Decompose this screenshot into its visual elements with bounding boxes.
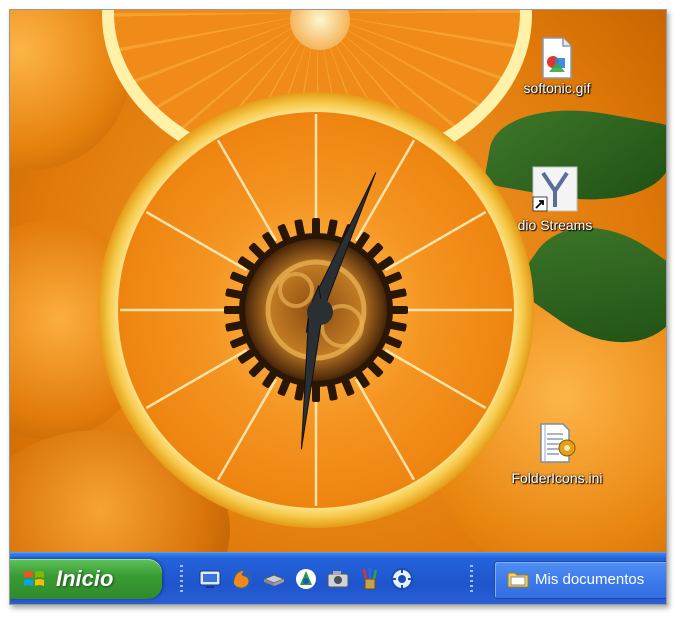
folder-icon bbox=[507, 569, 529, 589]
toolbar-grip[interactable] bbox=[470, 565, 473, 593]
update-gear-icon[interactable] bbox=[390, 567, 414, 591]
ini-settings-file-icon bbox=[535, 420, 579, 466]
gif-image-icon bbox=[537, 36, 577, 79]
clock-gadget[interactable] bbox=[96, 90, 536, 530]
show-desktop-icon[interactable] bbox=[198, 567, 222, 591]
start-button[interactable]: Inicio bbox=[10, 559, 162, 599]
toolbar-grip[interactable] bbox=[180, 565, 183, 593]
network-drive-icon[interactable] bbox=[262, 567, 286, 591]
browser-refresh-icon[interactable] bbox=[294, 567, 318, 591]
firefox-icon[interactable] bbox=[230, 567, 254, 591]
paint-brushes-icon[interactable] bbox=[358, 567, 382, 591]
desktop[interactable]: softonic.gif dio Streams FolderIcons.ini bbox=[10, 10, 666, 552]
taskbar-button-mis-documentos[interactable]: Mis documentos bbox=[494, 561, 666, 599]
screenshot-frame: softonic.gif dio Streams FolderIcons.ini… bbox=[9, 9, 667, 605]
clock-face bbox=[98, 92, 534, 528]
desktop-icon-softonic-gif[interactable]: softonic.gif bbox=[502, 36, 612, 98]
camera-icon[interactable] bbox=[326, 567, 350, 591]
start-button-label: Inicio bbox=[56, 566, 114, 591]
radio-streams-shortcut-icon bbox=[531, 165, 579, 213]
windows-logo-icon bbox=[22, 568, 46, 590]
taskbar: Inicio Mis documentos bbox=[10, 552, 666, 604]
taskbar-button-label: Mis documentos bbox=[535, 571, 645, 588]
